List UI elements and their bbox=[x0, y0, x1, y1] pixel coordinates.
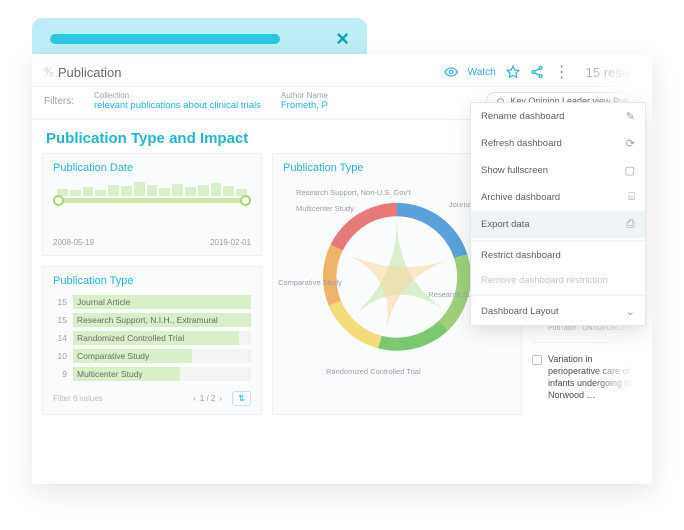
refresh-icon: ⟳ bbox=[626, 137, 635, 150]
card-publication-type-list: Publication Type 15 Journal Article 15 Rese… bbox=[42, 266, 262, 415]
share-icon[interactable] bbox=[530, 65, 544, 79]
menu-layout-label: Dashboard Layout bbox=[481, 306, 559, 317]
eye-icon[interactable] bbox=[444, 65, 458, 79]
filters-label: Filters: bbox=[44, 96, 74, 107]
dashboard-menu: Rename dashboard ✎ Refresh dashboard ⟳ S… bbox=[470, 102, 646, 326]
monitor-icon: ▢ bbox=[625, 164, 635, 177]
result-title: Variation in perioperative care of infan… bbox=[548, 353, 640, 402]
type-bar: Journal Article bbox=[73, 295, 251, 309]
chord-label-research-nonus: Research Support, Non-U.S. Gov't bbox=[296, 188, 411, 197]
type-bar-count: 15 bbox=[53, 315, 67, 325]
pager-next[interactable]: › bbox=[219, 394, 222, 403]
type-bar-label: Journal Article bbox=[77, 295, 130, 309]
type-bar-row[interactable]: 15 Journal Article bbox=[53, 295, 251, 309]
type-bar-label: Randomized Controlled Trial bbox=[77, 331, 184, 345]
result-checkbox[interactable] bbox=[532, 355, 542, 365]
range-handle-left[interactable] bbox=[53, 195, 64, 206]
menu-rename-label: Rename dashboard bbox=[481, 111, 564, 122]
tab-url-placeholder bbox=[50, 34, 280, 44]
menu-archive-label: Archive dashboard bbox=[481, 192, 560, 203]
filter-collection[interactable]: Collection relevant publications about c… bbox=[94, 91, 261, 111]
type-bar: Comparative Study bbox=[73, 349, 251, 363]
results-count: 15 results bbox=[586, 65, 642, 80]
menu-refresh-label: Refresh dashboard bbox=[481, 138, 562, 149]
range-handle-right[interactable] bbox=[240, 195, 251, 206]
star-icon[interactable] bbox=[506, 65, 520, 79]
menu-fullscreen[interactable]: Show fullscreen ▢ bbox=[471, 157, 645, 184]
menu-fullscreen-label: Show fullscreen bbox=[481, 165, 548, 176]
menu-export-label: Export data bbox=[481, 219, 530, 230]
menu-export[interactable]: Export data ⎙ bbox=[471, 211, 645, 238]
chord-label-rct: Randomized Controlled Trial bbox=[326, 367, 421, 376]
type-bar-row[interactable]: 9 Multicenter Study bbox=[53, 367, 251, 381]
top-actions: Watch ⋮ 15 results bbox=[444, 62, 642, 82]
type-bar-row[interactable]: 10 Comparative Study bbox=[53, 349, 251, 363]
menu-restrict-label: Restrict dashboard bbox=[481, 250, 561, 261]
type-bar-row[interactable]: 15 Research Support, N.I.H., Extramural bbox=[53, 313, 251, 327]
filter-author-value: Frometh, P bbox=[281, 100, 328, 111]
menu-rename[interactable]: Rename dashboard ✎ bbox=[471, 103, 645, 130]
type-bar-row[interactable]: 14 Randomized Controlled Trial bbox=[53, 331, 251, 345]
chord-label-multicenter: Multicenter Study bbox=[296, 204, 354, 213]
filter-values-link[interactable]: Filter 6 values bbox=[53, 394, 103, 403]
type-bar-label: Research Support, N.I.H., Extramural bbox=[77, 313, 218, 327]
menu-remove-restriction: Remove dashboard restriction bbox=[471, 268, 645, 293]
chord-chart[interactable]: Research Support, Non-U.S. Gov't Multice… bbox=[302, 182, 492, 372]
type-bar: Multicenter Study bbox=[73, 367, 251, 381]
app-icon: ⁰⁄₀ bbox=[44, 67, 54, 78]
menu-archive[interactable]: Archive dashboard ⌸ bbox=[471, 184, 645, 211]
card-date-title: Publication Date bbox=[53, 162, 251, 174]
export-icon: ⎙ bbox=[626, 218, 635, 231]
type-pager: ‹ 1 / 2 › ⇅ bbox=[193, 391, 251, 406]
date-slider[interactable] bbox=[53, 182, 251, 212]
close-icon[interactable]: × bbox=[336, 26, 349, 52]
menu-remove-restriction-label: Remove dashboard restriction bbox=[481, 275, 608, 286]
chevron-down-icon: ⌄ bbox=[626, 305, 635, 318]
app-window: ⁰⁄₀ Publication Watch ⋮ 15 results Filte… bbox=[32, 54, 652, 484]
page-title: Publication bbox=[58, 65, 122, 80]
type-bar-label: Multicenter Study bbox=[77, 367, 143, 381]
pager-page: 1 / 2 bbox=[200, 394, 216, 403]
pager-prev[interactable]: ‹ bbox=[193, 394, 196, 403]
type-bar: Randomized Controlled Trial bbox=[73, 331, 251, 345]
sort-icon[interactable]: ⇅ bbox=[232, 391, 251, 406]
filter-author-label: Author Name bbox=[281, 91, 328, 100]
date-to: 2019-02-01 bbox=[210, 238, 251, 247]
topbar: ⁰⁄₀ Publication Watch ⋮ 15 results bbox=[32, 54, 652, 87]
result-item[interactable]: Variation in perioperative care of infan… bbox=[532, 342, 642, 412]
type-bars: 15 Journal Article 15 Research Support, N.I… bbox=[53, 295, 251, 381]
watch-link[interactable]: Watch bbox=[468, 67, 496, 78]
type-bar: Research Support, N.I.H., Extramural bbox=[73, 313, 251, 327]
type-bar-count: 15 bbox=[53, 297, 67, 307]
card-publication-date: Publication Date 2008-05-19 2019-02-01 bbox=[42, 153, 262, 256]
range-track[interactable] bbox=[57, 198, 247, 203]
menu-refresh[interactable]: Refresh dashboard ⟳ bbox=[471, 130, 645, 157]
kebab-icon[interactable]: ⋮ bbox=[554, 62, 570, 82]
date-from: 2008-05-19 bbox=[53, 238, 94, 247]
chord-label-comparative: Comparative Study bbox=[278, 278, 342, 287]
type-bar-label: Comparative Study bbox=[77, 349, 149, 363]
filter-collection-value: relevant publications about clinical tri… bbox=[94, 100, 261, 111]
pencil-icon: ✎ bbox=[626, 110, 635, 123]
left-column: Publication Date 2008-05-19 2019-02-01 P… bbox=[42, 153, 262, 415]
archive-icon: ⌸ bbox=[628, 191, 635, 204]
card-type-footer: Filter 6 values ‹ 1 / 2 › ⇅ bbox=[53, 391, 251, 406]
type-bar-count: 9 bbox=[53, 369, 67, 379]
card-type-title: Publication Type bbox=[53, 275, 251, 287]
menu-layout[interactable]: Dashboard Layout ⌄ bbox=[471, 298, 645, 325]
date-sparkline bbox=[53, 182, 251, 196]
type-bar-count: 14 bbox=[53, 333, 67, 343]
type-bar-count: 10 bbox=[53, 351, 67, 361]
filter-author[interactable]: Author Name Frometh, P bbox=[281, 91, 328, 111]
menu-restrict[interactable]: Restrict dashboard bbox=[471, 243, 645, 268]
filter-collection-label: Collection bbox=[94, 91, 261, 100]
date-labels: 2008-05-19 2019-02-01 bbox=[53, 238, 251, 247]
